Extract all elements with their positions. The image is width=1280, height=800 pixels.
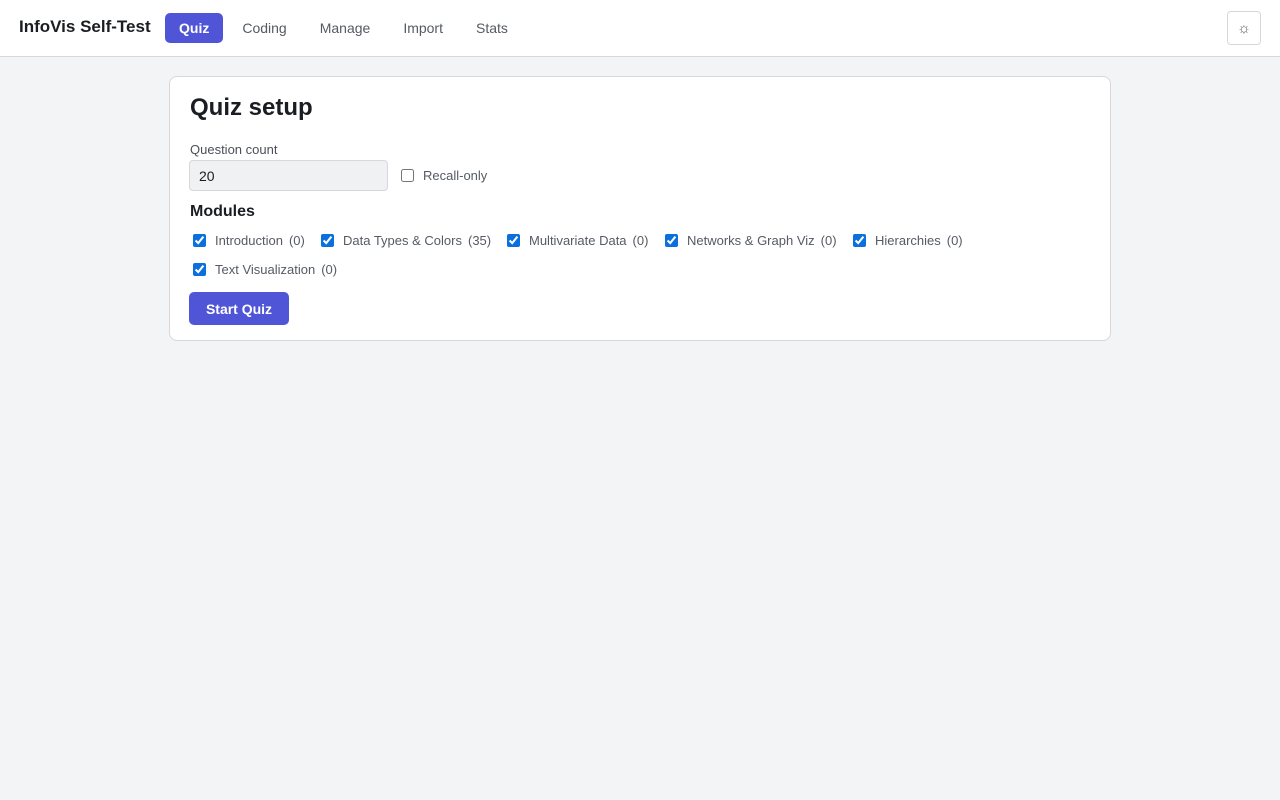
module-data-types-colors[interactable]: Data Types & Colors (35) <box>321 231 491 249</box>
tab-quiz[interactable]: Quiz <box>165 13 224 43</box>
question-count-input[interactable] <box>189 160 388 191</box>
module-name: Introduction <box>215 232 283 248</box>
sun-icon: ☼ <box>1237 20 1251 37</box>
top-bar: InfoVis Self-Test Quiz Coding Manage Imp… <box>0 0 1280 57</box>
main-nav: Quiz Coding Manage Import Stats <box>165 13 527 43</box>
tab-manage[interactable]: Manage <box>306 13 385 43</box>
module-data-types-colors-checkbox[interactable] <box>321 233 334 247</box>
recall-only-label: Recall-only <box>423 167 488 183</box>
module-count: (0) <box>946 232 963 248</box>
module-name: Multivariate Data <box>529 232 627 248</box>
module-count: (35) <box>467 232 492 248</box>
recall-only-checkbox[interactable] <box>401 168 414 182</box>
page-title: Quiz setup <box>190 94 313 121</box>
module-introduction[interactable]: Introduction (0) <box>193 231 305 249</box>
tab-coding[interactable]: Coding <box>228 13 300 43</box>
theme-toggle-button[interactable]: ☼ <box>1227 11 1261 45</box>
module-multivariate-data-checkbox[interactable] <box>507 233 520 247</box>
module-name: Text Visualization <box>215 261 316 277</box>
module-hierarchies[interactable]: Hierarchies (0) <box>853 231 963 249</box>
module-hierarchies-checkbox[interactable] <box>853 233 866 247</box>
module-count: (0) <box>321 261 338 277</box>
recall-only-toggle[interactable]: Recall-only <box>401 166 487 184</box>
module-count: (0) <box>288 232 305 248</box>
quiz-setup-card: Quiz setup Question count Recall-only Mo… <box>169 76 1111 341</box>
module-count: (0) <box>632 232 649 248</box>
module-name: Data Types & Colors <box>343 232 462 248</box>
module-count: (0) <box>820 232 837 248</box>
app-title: InfoVis Self-Test <box>19 17 151 36</box>
module-text-visualization-checkbox[interactable] <box>193 262 206 276</box>
module-networks-graph-viz[interactable]: Networks & Graph Viz (0) <box>665 231 837 249</box>
modules-heading: Modules <box>190 203 255 220</box>
module-introduction-checkbox[interactable] <box>193 233 206 247</box>
module-name: Networks & Graph Viz <box>687 232 815 248</box>
start-quiz-button[interactable]: Start Quiz <box>189 292 289 325</box>
tab-stats[interactable]: Stats <box>462 13 522 43</box>
module-name: Hierarchies <box>875 232 941 248</box>
module-networks-graph-viz-checkbox[interactable] <box>665 233 678 247</box>
question-count-label: Question count <box>190 142 278 157</box>
module-text-visualization[interactable]: Text Visualization (0) <box>193 260 337 278</box>
tab-import[interactable]: Import <box>389 13 457 43</box>
module-multivariate-data[interactable]: Multivariate Data (0) <box>507 231 648 249</box>
